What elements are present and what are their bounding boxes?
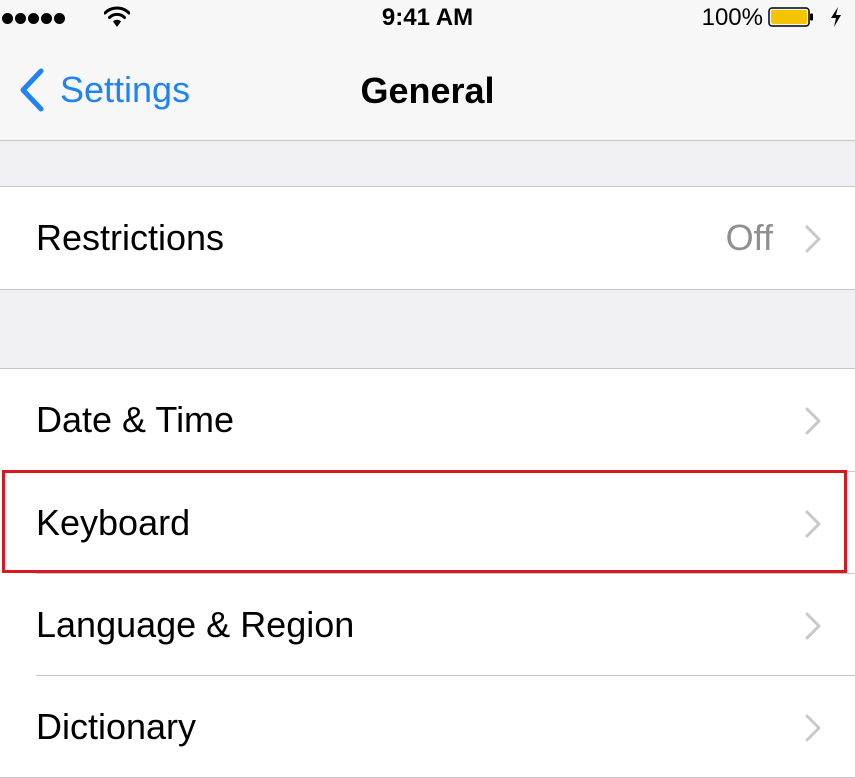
row-value: Off [725,217,773,258]
navigation-bar: Settings General [0,36,855,141]
chevron-right-icon [805,510,821,538]
battery-icon [768,7,813,27]
chevron-right-icon [805,407,821,435]
battery-percentage: 100% [701,4,763,31]
row-label: Date & Time [36,399,235,440]
back-button[interactable]: Settings [16,66,190,114]
list-item-date-time[interactable]: Date & Time [0,369,855,471]
list-item-restrictions[interactable]: Restrictions Off [0,187,855,289]
status-bar: 9:41 AM 100% [0,0,855,36]
row-label: Dictionary [36,706,197,747]
chevron-right-icon [805,612,821,640]
list-item-keyboard[interactable]: Keyboard [0,471,855,573]
row-label: Language & Region [36,604,355,645]
settings-group-restrictions: Restrictions Off [0,186,855,290]
list-item-dictionary[interactable]: Dictionary [0,675,855,777]
list-item-language-region[interactable]: Language & Region [0,573,855,675]
chevron-left-icon [20,68,44,112]
row-label: Restrictions [36,217,225,258]
charging-bolt-icon [831,7,841,27]
chevron-right-icon [805,225,821,253]
settings-group-general: Date & Time Keyboard Language & Region D… [0,368,855,778]
chevron-right-icon [805,714,821,742]
back-button-label: Settings [60,69,191,110]
row-label: Keyboard [36,502,191,543]
